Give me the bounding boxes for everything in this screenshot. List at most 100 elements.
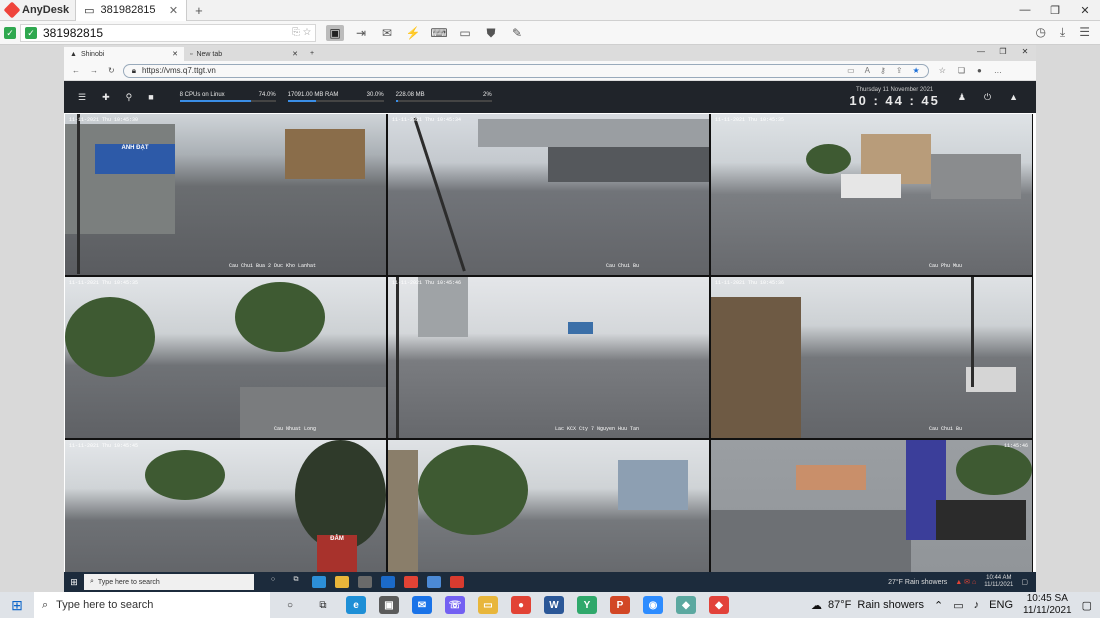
anydesk-icon[interactable]: ◆ bbox=[709, 596, 729, 614]
key-icon[interactable]: ⚷ bbox=[880, 66, 886, 75]
camera-grid: ANH ĐẠT 11-11-2021 Thu 10:45:30 Cau Chui… bbox=[65, 114, 1033, 601]
add-icon[interactable]: ✚ bbox=[102, 92, 110, 103]
edge-icon[interactable] bbox=[312, 576, 326, 588]
download-icon[interactable]: ⤓ bbox=[1060, 25, 1065, 40]
remote-url-bar[interactable]: 🔒︎ https://vms.q7.ttgt.vn ▭ A ⚷ ⇪ ★ bbox=[122, 63, 929, 78]
taskbar-clock[interactable]: 10:45 SA 11/11/2021 bbox=[1023, 593, 1072, 617]
remote-search-box[interactable]: ⌕ Type here to search bbox=[84, 574, 254, 590]
display-icon[interactable]: ▣ bbox=[326, 24, 344, 41]
minimize-button[interactable]: — bbox=[1010, 4, 1040, 17]
back-icon[interactable]: ← bbox=[72, 66, 80, 75]
notification-icon[interactable]: ▢ bbox=[1021, 578, 1028, 586]
file-explorer-icon[interactable]: ▭ bbox=[478, 596, 498, 614]
app-icon[interactable] bbox=[427, 576, 441, 588]
remote-restore-button[interactable]: ❐ bbox=[992, 47, 1014, 61]
address-field[interactable]: ✓ 381982815 ⎘ ☆ bbox=[20, 23, 316, 42]
user-icon[interactable]: ♟ bbox=[958, 92, 966, 103]
camera-icon[interactable]: ▭ bbox=[847, 66, 855, 75]
widgets-icon[interactable]: ⧉ bbox=[313, 596, 333, 614]
volume-icon[interactable]: ♪ bbox=[974, 599, 980, 611]
network-icon[interactable]: ▭ bbox=[953, 599, 963, 612]
edge-icon[interactable]: e bbox=[346, 596, 366, 614]
zoom-icon[interactable]: ◉ bbox=[643, 596, 663, 614]
search-icon: ⌕ bbox=[90, 578, 94, 585]
history-icon[interactable]: ◷ bbox=[1035, 25, 1045, 40]
viber-icon[interactable]: ☏ bbox=[445, 596, 465, 614]
keyboard-icon[interactable]: ⌨ bbox=[430, 25, 448, 41]
language-indicator[interactable]: ENG bbox=[989, 599, 1013, 611]
remote-weather[interactable]: 27°F Rain showers bbox=[888, 579, 947, 586]
more-icon[interactable]: … bbox=[994, 66, 1002, 75]
close-tab-icon[interactable]: ✕ bbox=[292, 50, 298, 58]
windows-start-icon[interactable]: ⊞ bbox=[0, 597, 34, 614]
store-icon[interactable]: ▣ bbox=[379, 596, 399, 614]
chrome-icon[interactable] bbox=[404, 576, 418, 588]
widgets-icon[interactable]: ⧉ bbox=[289, 576, 303, 588]
alert-icon[interactable]: ▲ bbox=[1009, 92, 1018, 103]
camera-tile[interactable]: 11-11-2021 Thu 10:45:46 Lac KCX Cty 7 Ng… bbox=[388, 277, 709, 438]
anydesk-brand: AnyDesk bbox=[22, 4, 70, 16]
close-tab-icon[interactable]: ✕ bbox=[172, 50, 178, 58]
remote-minimize-button[interactable]: — bbox=[970, 47, 992, 61]
remote-clock-date: 11/11/2021 bbox=[984, 582, 1014, 588]
forward-icon[interactable]: → bbox=[90, 66, 98, 75]
camera-tile[interactable]: 11-11-2021 Thu 10:45:34 Cau Chui Bu bbox=[388, 114, 709, 275]
store-icon[interactable] bbox=[358, 576, 372, 588]
remote-tab-newtab[interactable]: ▫ New tab ✕ bbox=[184, 47, 304, 61]
camera-tile[interactable]: ANH ĐẠT 11-11-2021 Thu 10:45:30 Cau Chui… bbox=[65, 114, 386, 275]
power-icon[interactable]: ⏻ bbox=[984, 92, 991, 103]
remote-close-button[interactable]: ✕ bbox=[1014, 47, 1036, 61]
close-window-button[interactable]: ✕ bbox=[1070, 4, 1100, 17]
remote-browser-tabs: ▲ Shinobi ✕ ▫ New tab ✕ + — ❐ ✕ bbox=[64, 45, 1036, 61]
share-icon[interactable]: ⇪ bbox=[896, 66, 903, 75]
close-tab-icon[interactable]: ✕ bbox=[169, 4, 178, 17]
map-pin-icon[interactable]: ⚲ bbox=[126, 92, 133, 103]
tray-icons[interactable]: ▲ ✉ ⌂ bbox=[955, 578, 976, 586]
app-y-icon[interactable]: Y bbox=[577, 596, 597, 614]
reload-icon[interactable]: ↻ bbox=[108, 66, 115, 75]
remote-tab-shinobi[interactable]: ▲ Shinobi ✕ bbox=[64, 47, 184, 61]
video-icon[interactable]: ■ bbox=[148, 92, 153, 103]
collections-icon[interactable]: ❏ bbox=[958, 66, 965, 75]
remote-clock[interactable]: 10:44 AM 11/11/2021 bbox=[984, 575, 1013, 589]
profile-icon[interactable]: ● bbox=[977, 66, 982, 75]
remote-new-tab-button[interactable]: + bbox=[304, 47, 320, 61]
permissions-icon[interactable]: ⛊ bbox=[482, 25, 500, 41]
mail-icon[interactable] bbox=[381, 576, 395, 588]
file-explorer-icon[interactable] bbox=[335, 576, 349, 588]
chat-icon[interactable]: ✉ bbox=[378, 25, 396, 41]
camera-tile[interactable]: 11-11-2021 Thu 10:45:35 Cau Nhuat Long bbox=[65, 277, 386, 438]
search-icon: ⌕ bbox=[42, 598, 49, 611]
menu-icon[interactable]: ☰ bbox=[1079, 25, 1090, 40]
task-view-icon[interactable]: ○ bbox=[266, 576, 280, 588]
mail-icon[interactable]: ✉ bbox=[412, 596, 432, 614]
list-icon[interactable]: ☰ bbox=[78, 92, 86, 103]
new-tab-button[interactable]: + bbox=[187, 3, 211, 18]
camera-tile[interactable]: 11-11-2021 Thu 10:45:36 Cau Chui Bu bbox=[711, 277, 1032, 438]
file-transfer-icon[interactable]: ⇥ bbox=[352, 25, 370, 41]
taskbar-search-box[interactable]: ⌕ Type here to search bbox=[34, 592, 270, 618]
chrome-icon[interactable]: ● bbox=[511, 596, 531, 614]
translate-icon[interactable]: A bbox=[865, 66, 870, 75]
bookmark-star-icon[interactable]: ★ bbox=[913, 66, 920, 75]
app-icon[interactable]: ◆ bbox=[676, 596, 696, 614]
window-controls: — ❐ ✕ bbox=[1010, 4, 1100, 17]
actions-icon[interactable]: ⚡ bbox=[404, 25, 422, 41]
word-icon[interactable]: W bbox=[544, 596, 564, 614]
favorites-icon[interactable]: ☆ bbox=[939, 66, 946, 75]
address-actions-icon[interactable]: ⎘ ☆ bbox=[292, 27, 311, 38]
screen-icon[interactable]: ▭ bbox=[456, 25, 474, 41]
weather-widget[interactable]: ☁ 87°F Rain showers bbox=[811, 599, 924, 612]
session-tab[interactable]: ▭ 381982815 ✕ bbox=[75, 0, 188, 21]
chevron-up-icon[interactable]: ⌃ bbox=[934, 599, 943, 612]
lock-icon: 🔒︎ bbox=[131, 65, 136, 75]
anydesk-icon[interactable] bbox=[450, 576, 464, 588]
notification-center-icon[interactable]: ▢ bbox=[1082, 599, 1092, 612]
camera-tile[interactable]: 11-11-2021 Thu 10:45:35 Cau Phu Muu bbox=[711, 114, 1032, 275]
remote-screen[interactable]: ▲ Shinobi ✕ ▫ New tab ✕ + — ❐ ✕ ← → ↻ 🔒︎… bbox=[64, 45, 1036, 601]
draw-icon[interactable]: ✎ bbox=[508, 25, 526, 41]
task-view-icon[interactable]: ○ bbox=[280, 596, 300, 614]
restore-button[interactable]: ❐ bbox=[1040, 4, 1070, 17]
powerpoint-icon[interactable]: P bbox=[610, 596, 630, 614]
remote-windows-icon[interactable]: ⊞ bbox=[64, 577, 84, 588]
